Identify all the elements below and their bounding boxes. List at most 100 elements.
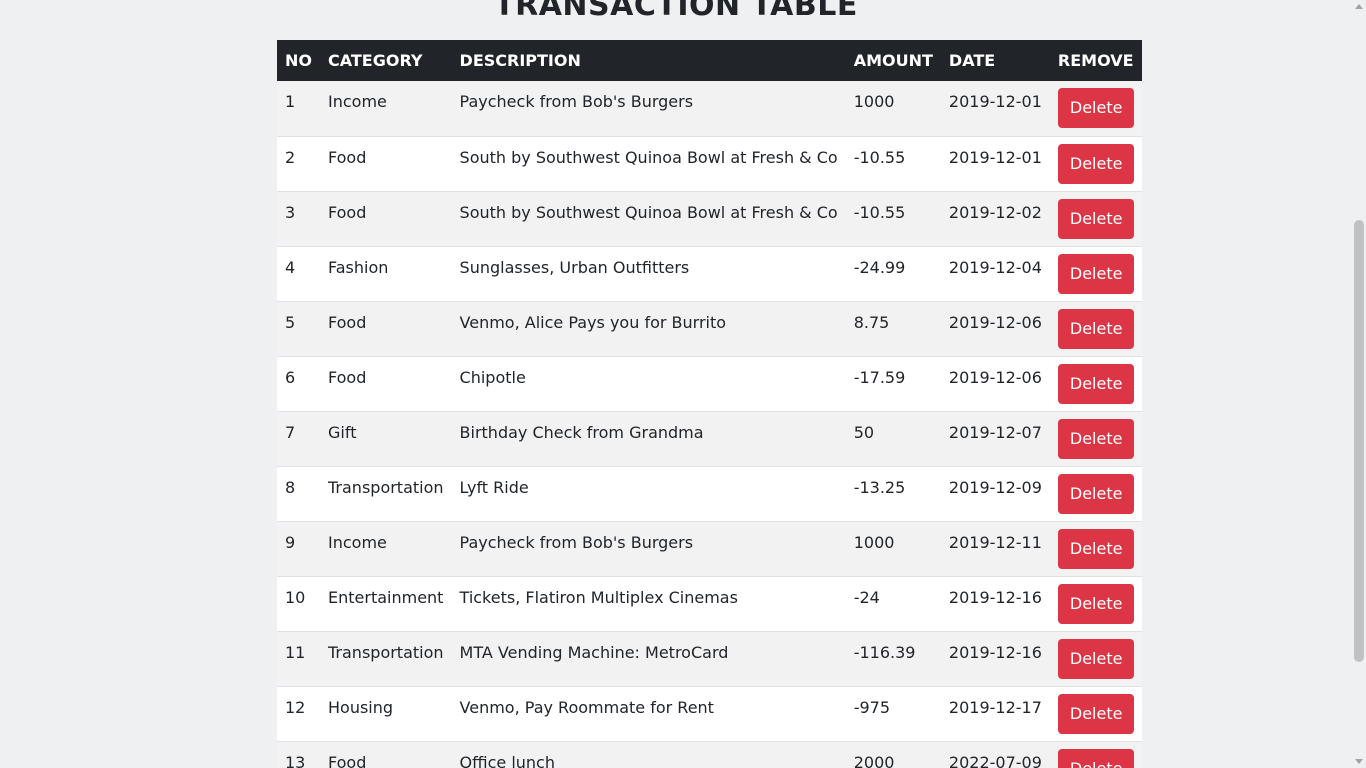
row-amount: -24 (845, 576, 941, 632)
table-row: 1 Income Paycheck from Bob's Burgers 1000 20… (277, 81, 1143, 137)
row-number: 4 (277, 246, 320, 302)
table-row: 5 Food Venmo, Alice Pays you for Burrito 8.… (277, 301, 1143, 357)
row-description: South by Southwest Quinoa Bowl at Fresh … (451, 191, 846, 247)
row-remove-cell: Delete (1049, 466, 1143, 522)
row-date: 2019-12-17 (940, 686, 1050, 742)
row-number: 10 (277, 576, 320, 632)
delete-button[interactable]: Delete (1057, 198, 1135, 239)
table-row: 8 Transportation Lyft Ride -13.25 2019-12-09… (277, 466, 1143, 522)
row-remove-cell: Delete (1049, 576, 1143, 632)
row-description: Tickets, Flatiron Multiplex Cinemas (451, 576, 846, 632)
row-amount: 8.75 (845, 301, 941, 357)
row-amount: -10.55 (845, 191, 941, 247)
header-date: DATE (940, 40, 1050, 81)
scroll-up-arrow-icon[interactable] (1355, 4, 1363, 9)
table-row: 10 Entertainment Tickets, Flatiron Multipl… (277, 576, 1143, 632)
table-row: 13 Food Office lunch 2000 2022-07-09 Delete (277, 741, 1143, 768)
row-number: 3 (277, 191, 320, 247)
header-description: DESCRIPTION (451, 40, 846, 81)
row-remove-cell: Delete (1049, 356, 1143, 412)
delete-button[interactable]: Delete (1057, 473, 1135, 514)
row-amount: 1000 (845, 521, 941, 577)
delete-button[interactable]: Delete (1057, 418, 1135, 459)
row-number: 2 (277, 136, 320, 192)
row-number: 1 (277, 81, 320, 137)
row-remove-cell: Delete (1049, 81, 1143, 137)
row-description: Lyft Ride (451, 466, 846, 522)
row-date: 2019-12-09 (940, 466, 1050, 522)
row-amount: 1000 (845, 81, 941, 137)
row-remove-cell: Delete (1049, 521, 1143, 577)
row-remove-cell: Delete (1049, 741, 1143, 768)
table-body: 1 Income Paycheck from Bob's Burgers 1000 20… (277, 81, 1143, 768)
row-number: 13 (277, 741, 320, 768)
row-category: Fashion (320, 246, 452, 302)
table-row: 4 Fashion Sunglasses, Urban Outfitters -24.… (277, 246, 1143, 302)
row-amount: -17.59 (845, 356, 941, 412)
scrollbar-thumb[interactable] (1354, 220, 1364, 662)
row-remove-cell: Delete (1049, 191, 1143, 247)
delete-button[interactable]: Delete (1057, 528, 1135, 569)
row-description: Venmo, Alice Pays you for Burrito (451, 301, 846, 357)
row-amount: 2000 (845, 741, 941, 768)
table-row: 3 Food South by Southwest Quinoa Bowl at F… (277, 191, 1143, 247)
row-description: MTA Vending Machine: MetroCard (451, 631, 846, 687)
page-title: TRANSACTION TABLE (494, 0, 858, 23)
delete-button[interactable]: Delete (1057, 88, 1135, 128)
delete-button[interactable]: Delete (1057, 748, 1135, 768)
row-number: 7 (277, 411, 320, 467)
row-description: Paycheck from Bob's Burgers (451, 81, 846, 137)
delete-button[interactable]: Delete (1057, 143, 1135, 184)
row-description: Venmo, Pay Roommate for Rent (451, 686, 846, 742)
delete-button[interactable]: Delete (1057, 253, 1135, 294)
table-row: 9 Income Paycheck from Bob's Burgers 1000 20… (277, 521, 1143, 577)
delete-button[interactable]: Delete (1057, 638, 1135, 679)
vertical-scrollbar[interactable] (1352, 0, 1366, 768)
row-amount: -975 (845, 686, 941, 742)
row-description: South by Southwest Quinoa Bowl at Fresh … (451, 136, 846, 192)
row-category: Income (320, 81, 452, 137)
row-category: Food (320, 356, 452, 412)
row-number: 6 (277, 356, 320, 412)
row-amount: -13.25 (845, 466, 941, 522)
row-date: 2019-12-04 (940, 246, 1050, 302)
row-date: 2019-12-16 (940, 576, 1050, 632)
row-category: Transportation (320, 466, 452, 522)
row-category: Entertainment (320, 576, 452, 632)
row-date: 2019-12-01 (940, 81, 1050, 137)
row-category: Food (320, 191, 452, 247)
table-row: 6 Food Chipotle -17.59 2019-12-06 Delete (277, 356, 1143, 412)
row-description: Office lunch (451, 741, 846, 768)
table-header: NO CATEGORY DESCRIPTION AMOUNT DATE REMO… (277, 40, 1143, 81)
header-amount: AMOUNT (845, 40, 941, 81)
header-no: NO (277, 40, 320, 81)
row-remove-cell: Delete (1049, 301, 1143, 357)
row-amount: 50 (845, 411, 941, 467)
transaction-table: NO CATEGORY DESCRIPTION AMOUNT DATE REMO… (277, 40, 1143, 768)
row-amount: -10.55 (845, 136, 941, 192)
header-remove: REMOVE (1049, 40, 1143, 81)
table-row: 12 Housing Venmo, Pay Roommate for Rent -97… (277, 686, 1143, 742)
row-remove-cell: Delete (1049, 631, 1143, 687)
row-number: 11 (277, 631, 320, 687)
row-description: Birthday Check from Grandma (451, 411, 846, 467)
row-category: Housing (320, 686, 452, 742)
row-remove-cell: Delete (1049, 411, 1143, 467)
delete-button[interactable]: Delete (1057, 693, 1135, 734)
header-category: CATEGORY (320, 40, 452, 81)
row-number: 8 (277, 466, 320, 522)
header-row: NO CATEGORY DESCRIPTION AMOUNT DATE REMO… (277, 40, 1143, 81)
row-date: 2019-12-01 (940, 136, 1050, 192)
delete-button[interactable]: Delete (1057, 583, 1135, 624)
row-category: Food (320, 301, 452, 357)
row-date: 2022-07-09 (940, 741, 1050, 768)
row-number: 5 (277, 301, 320, 357)
row-category: Gift (320, 411, 452, 467)
row-date: 2019-12-16 (940, 631, 1050, 687)
scroll-down-arrow-icon[interactable] (1355, 759, 1363, 764)
page-viewport: TRANSACTION TABLE NO CATEGORY DESCRIPTIO… (0, 0, 1366, 768)
delete-button[interactable]: Delete (1057, 363, 1135, 404)
delete-button[interactable]: Delete (1057, 308, 1135, 349)
row-category: Food (320, 136, 452, 192)
row-date: 2019-12-11 (940, 521, 1050, 577)
